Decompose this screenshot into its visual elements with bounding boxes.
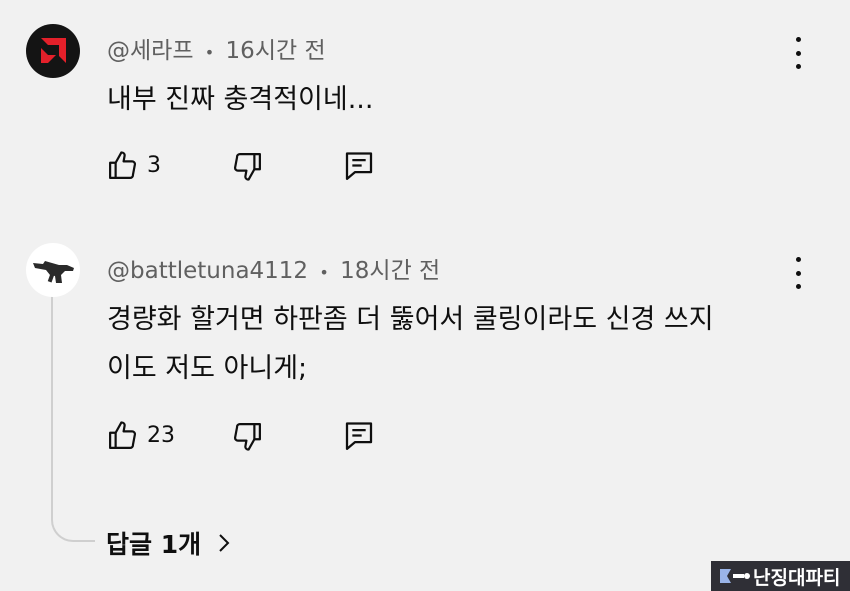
meta-separator: • [204,43,215,62]
comment-meta: @세라프 • 16시간 전 [107,31,326,65]
chevron-right-icon [219,534,230,552]
comment-text-line: 경량화 할거면 하판좀 더 뚫어서 쿨링이라도 신경 쓰지 [107,304,714,335]
avatar[interactable] [26,24,80,78]
timestamp[interactable]: 18시간 전 [340,258,440,284]
comment-reply-icon [345,422,373,450]
view-replies-button[interactable]: 답글 1개 [106,525,233,561]
more-options-button[interactable] [786,37,810,69]
dot-icon [795,50,801,56]
like-button[interactable]: 3 [106,149,161,182]
rifle-icon [33,261,74,283]
comment-text-line: 이도 저도 아니게; [107,353,308,384]
author-name[interactable]: @battletuna4112 [107,258,308,284]
amd-logo-icon [41,38,66,63]
meta-separator: • [319,263,329,282]
site-logo-icon [720,569,750,583]
watermark-label: 난징대파티 [753,566,841,589]
comment-text: 내부 진짜 충격적이네... [107,84,374,115]
comment-meta: @battletuna4112 • 18시간 전 [107,251,440,285]
author-name[interactable]: @세라프 [107,38,193,64]
dot-icon [795,257,801,262]
dislike-button[interactable] [231,420,264,457]
watermark: 난징대파티 [711,561,850,591]
dot-icon [795,284,801,289]
like-count: 23 [147,423,175,448]
more-options-button[interactable] [786,257,810,289]
timestamp[interactable]: 16시간 전 [226,38,326,64]
avatar[interactable] [26,243,80,297]
like-button[interactable]: 23 [106,419,175,452]
thread-line [51,290,95,542]
thumb-up-icon [109,421,136,449]
dot-icon [795,64,801,69]
dot-icon [795,37,801,42]
replies-count-label: 답글 1개 [106,530,202,559]
reply-button[interactable] [343,419,375,456]
thumb-up-icon [109,151,136,179]
like-count: 3 [147,153,161,178]
comment-reply-icon [345,152,373,180]
reply-button[interactable] [343,149,375,186]
thumb-down-icon [234,423,261,451]
dislike-button[interactable] [231,150,264,187]
dot-icon [795,270,801,276]
thumb-down-icon [234,153,261,181]
